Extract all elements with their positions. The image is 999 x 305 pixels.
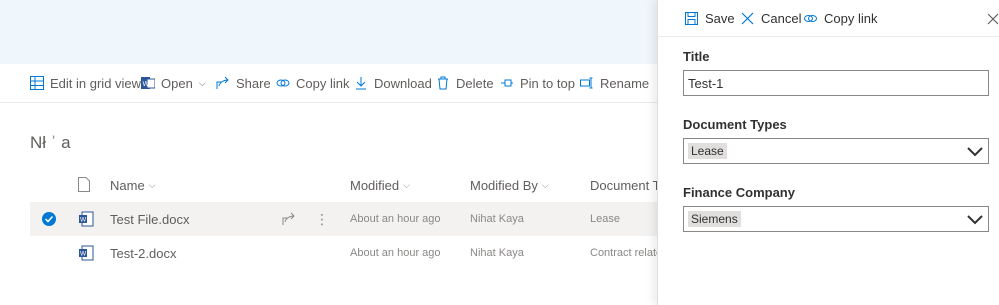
chevron-down-icon: ⌵ — [198, 77, 206, 88]
selected-check-icon[interactable] — [42, 212, 56, 226]
rename-label: Rename — [600, 75, 650, 91]
share-icon — [216, 76, 229, 89]
share-icon[interactable] — [282, 202, 296, 236]
file-name[interactable]: Test File.docx — [110, 202, 189, 236]
download-icon — [356, 77, 366, 90]
copy-link-button[interactable]: Copy link — [276, 64, 349, 102]
modified-by-cell[interactable]: Nihat Kaya — [470, 202, 524, 236]
chevron-down-icon — [967, 147, 983, 157]
pin-icon — [501, 79, 513, 87]
trash-icon — [438, 76, 448, 90]
modified-cell: About an hour ago — [350, 247, 441, 259]
document-icon — [78, 177, 90, 192]
chevron-down-icon: ⌵ — [403, 179, 410, 190]
word-doc-icon: W — [78, 236, 94, 270]
save-button[interactable]: Save — [685, 0, 735, 36]
chevron-down-icon: ⌵ — [541, 179, 549, 190]
delete-label: Delete — [456, 75, 494, 91]
panel-toolbar: Save Cancel Copy link — [658, 0, 999, 37]
chevron-down-icon: ⌵ — [148, 179, 156, 190]
details-panel: Save Cancel Copy link Title Test-1 Docum… — [657, 0, 999, 305]
close-icon — [741, 12, 754, 24]
share-button[interactable]: Share — [216, 64, 271, 102]
word-doc-icon: W — [78, 202, 94, 236]
finance-company-dropdown[interactable]: Siemens — [683, 206, 989, 232]
download-label: Download — [374, 75, 432, 91]
rename-icon — [580, 77, 593, 89]
word-icon: W — [141, 77, 155, 89]
download-button[interactable]: Download — [354, 64, 432, 102]
doc-type-cell: Lease — [590, 213, 620, 225]
link-icon — [804, 14, 817, 22]
delete-button[interactable]: Delete — [436, 64, 494, 102]
modified-by-cell[interactable]: Nihat Kaya — [470, 236, 524, 270]
breadcrumb[interactable]: Nł ʾ a — [30, 133, 71, 153]
open-button[interactable]: W Open ⌵ — [141, 64, 206, 102]
title-value: Test-1 — [688, 75, 724, 91]
file-icon-header — [78, 177, 90, 197]
file-name[interactable]: Test-2.docx — [110, 236, 176, 270]
document-types-dropdown[interactable]: Lease — [683, 138, 989, 164]
link-icon — [276, 79, 290, 87]
grid-icon — [30, 76, 44, 90]
svg-text:W: W — [80, 217, 87, 224]
panel-copy-link-label: Copy link — [824, 10, 878, 26]
finance-company-label: Finance Company — [683, 185, 795, 200]
document-types-label: Document Types — [683, 117, 787, 132]
open-label: Open — [161, 75, 193, 91]
close-panel-icon[interactable] — [987, 12, 999, 30]
pin-button[interactable]: Pin to top — [500, 64, 575, 102]
more-options-icon[interactable]: ⋮ — [315, 202, 329, 236]
rename-button[interactable]: Rename — [580, 64, 649, 102]
edit-grid-button[interactable]: Edit in grid view — [30, 64, 141, 102]
column-modified-by[interactable]: Modified By ⌵ — [470, 170, 549, 200]
column-name[interactable]: Name ⌵ — [110, 170, 156, 200]
save-label: Save — [705, 10, 735, 26]
svg-text:W: W — [143, 81, 150, 88]
panel-copy-link-button[interactable]: Copy link — [804, 0, 877, 36]
title-field[interactable]: Test-1 — [683, 70, 989, 96]
cancel-label: Cancel — [761, 10, 802, 26]
pin-label: Pin to top — [520, 75, 575, 91]
finance-company-tag: Siemens — [688, 211, 741, 227]
share-label: Share — [236, 75, 271, 91]
title-label: Title — [683, 49, 710, 64]
chevron-down-icon — [967, 215, 983, 225]
edit-grid-label: Edit in grid view — [50, 75, 142, 91]
column-document-type[interactable]: Document Ty — [590, 170, 666, 200]
cancel-button[interactable]: Cancel — [741, 0, 801, 36]
save-icon — [685, 11, 698, 25]
modified-cell: About an hour ago — [350, 213, 441, 225]
copy-link-label: Copy link — [296, 75, 350, 91]
document-type-tag: Lease — [688, 143, 727, 159]
svg-text:W: W — [80, 251, 87, 258]
column-modified[interactable]: Modified ⌵ — [350, 170, 410, 200]
